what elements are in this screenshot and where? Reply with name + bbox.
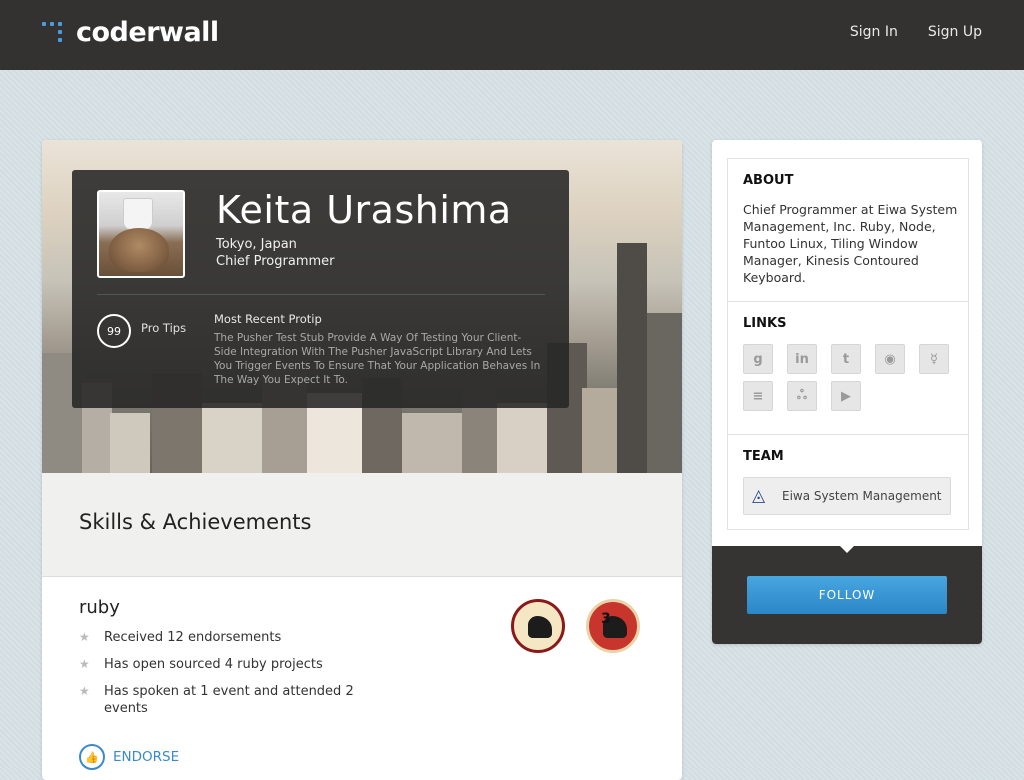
star-icon: ★: [79, 657, 90, 671]
divider: [97, 294, 545, 295]
linkedin-icon[interactable]: in: [787, 344, 817, 374]
thumbs-up-icon: 👍: [79, 744, 105, 770]
profile-name: Keita Urashima: [216, 188, 512, 232]
avatar: [97, 190, 185, 278]
profile-card: Keita Urashima Tokyo, Japan Chief Progra…: [42, 140, 682, 780]
divider: [728, 434, 968, 435]
star-icon: ★: [79, 630, 90, 644]
coderwall-logo[interactable]: coderwall: [42, 17, 219, 48]
twitter-icon[interactable]: t: [831, 344, 861, 374]
speakerdeck-icon[interactable]: ☿: [919, 344, 949, 374]
protips-label[interactable]: Pro Tips: [141, 321, 186, 335]
protips-count-badge[interactable]: 99: [97, 314, 131, 348]
about-text: Chief Programmer at Eiwa System Manageme…: [743, 202, 958, 285]
stackoverflow-icon[interactable]: ≡: [743, 381, 773, 411]
sign-in-link[interactable]: Sign In: [850, 24, 898, 40]
profile-info-box: Keita Urashima Tokyo, Japan Chief Progra…: [72, 170, 569, 408]
sign-up-link[interactable]: Sign Up: [928, 24, 982, 40]
badge-beast-icon[interactable]: [511, 599, 565, 653]
notch: [839, 545, 855, 553]
logo-dots-icon: [42, 20, 68, 46]
endorse-button[interactable]: 👍 ENDORSE: [79, 744, 179, 770]
team-name: Eiwa System Management: [782, 489, 942, 503]
skill-name: ruby: [79, 597, 120, 618]
skills-heading: Skills & Achievements: [79, 510, 312, 534]
top-navbar: coderwall Sign In Sign Up: [0, 0, 1024, 70]
sidebar-box: ABOUT Chief Programmer at Eiwa System Ma…: [727, 158, 969, 530]
youtube-icon[interactable]: ▶: [831, 381, 861, 411]
badge-beast-3-icon[interactable]: 3: [586, 599, 640, 653]
profile-cover-image: Keita Urashima Tokyo, Japan Chief Progra…: [42, 140, 682, 473]
skills-header: Skills & Achievements: [42, 473, 682, 577]
endorse-label: ENDORSE: [113, 749, 180, 765]
recent-protip-heading: Most Recent Protip: [214, 312, 322, 326]
list-item: ★ Has open sourced 4 ruby projects: [79, 657, 323, 672]
divider: [728, 301, 968, 302]
rss-icon[interactable]: ◉: [875, 344, 905, 374]
list-item: ★ Received 12 endorsements: [79, 630, 282, 645]
follow-button[interactable]: FOLLOW: [747, 576, 947, 614]
slideshare-icon[interactable]: ஃ: [787, 381, 817, 411]
header-nav: Sign In Sign Up: [850, 24, 982, 40]
skill-achievements-list: ★ Received 12 endorsements ★ Has open sour…: [79, 629, 369, 727]
star-icon: ★: [79, 684, 90, 698]
team-link[interactable]: ◬ Eiwa System Management: [743, 477, 951, 515]
links-title: LINKS: [743, 316, 787, 331]
logo-text: coderwall: [76, 17, 219, 48]
profile-sidebar: ABOUT Chief Programmer at Eiwa System Ma…: [712, 140, 982, 644]
team-title: TEAM: [743, 449, 784, 464]
list-item: ★ Has spoken at 1 event and attended 2 ev…: [79, 684, 354, 716]
team-logo-icon: ◬: [752, 486, 766, 506]
github-icon[interactable]: g: [743, 344, 773, 374]
profile-location: Tokyo, Japan: [216, 237, 297, 252]
recent-protip-link[interactable]: The Pusher Test Stub Provide A Way Of Te…: [214, 331, 544, 387]
about-title: ABOUT: [743, 173, 794, 188]
profile-title: Chief Programmer: [216, 254, 335, 269]
follow-area: FOLLOW: [712, 545, 982, 644]
